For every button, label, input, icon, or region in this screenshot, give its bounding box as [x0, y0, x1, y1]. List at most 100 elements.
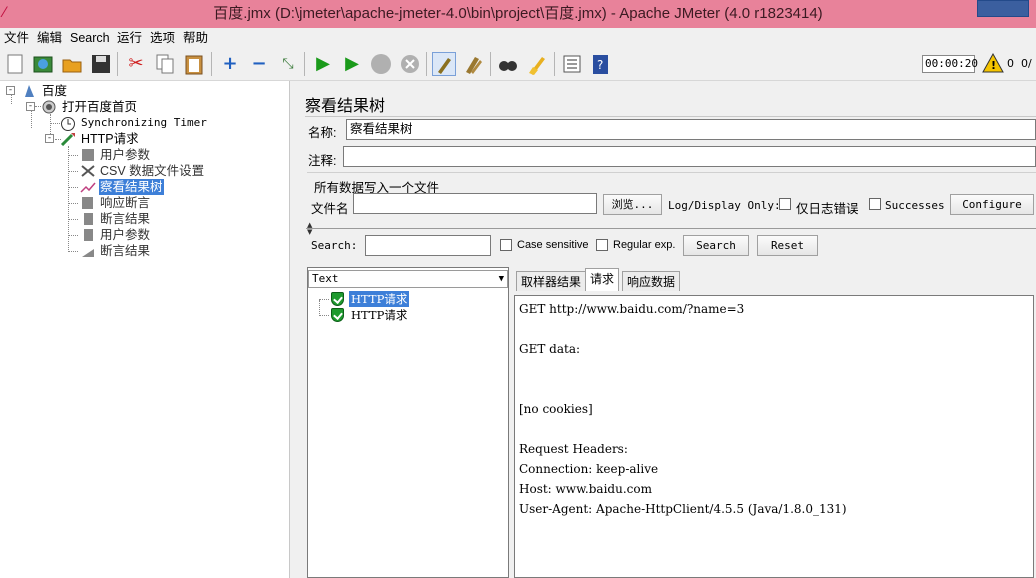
tree-node-assertion-results-2[interactable]: 断言结果: [100, 243, 150, 259]
collapse-icon[interactable]: −: [247, 52, 271, 76]
request-detail-pane: [514, 295, 1034, 578]
timer-icon: [60, 116, 76, 131]
stop-icon[interactable]: [369, 52, 393, 76]
tree-node-test-plan[interactable]: 百度: [42, 83, 67, 99]
request-line: Host: www.baidu.com: [519, 482, 652, 496]
renderer-value: Text: [312, 272, 339, 285]
request-line: User-Agent: Apache-HttpClient/4.5.5 (Jav…: [519, 502, 847, 516]
split-pane-divider[interactable]: [290, 81, 298, 578]
comment-label: 注释:: [308, 154, 337, 168]
thread-count: 0/: [1021, 57, 1032, 70]
case-sensitive-checkbox[interactable]: [500, 239, 512, 251]
csv-config-icon: [80, 164, 96, 178]
name-label: 名称:: [308, 126, 337, 140]
start-no-pause-icon[interactable]: ▶: [340, 52, 364, 76]
successes-label: Successes: [885, 199, 945, 212]
test-plan-icon: [22, 84, 38, 98]
menu-search[interactable]: Search: [70, 29, 110, 47]
tree-node-http-request[interactable]: HTTP请求: [81, 131, 139, 147]
tree-node-assertion-results[interactable]: 断言结果: [100, 211, 150, 227]
tree-node-thread-group[interactable]: 打开百度首页: [62, 99, 137, 115]
listener-icon: [80, 212, 96, 226]
menu-options[interactable]: 选项: [150, 29, 175, 47]
success-icon: [331, 308, 344, 322]
search-button[interactable]: Search: [683, 235, 749, 256]
configure-button[interactable]: Configure: [950, 194, 1034, 215]
regex-checkbox[interactable]: [596, 239, 608, 251]
paste-icon[interactable]: [182, 52, 206, 76]
successes-checkbox[interactable]: [869, 198, 881, 210]
assertion-icon: [80, 196, 96, 210]
thread-group-icon: [40, 100, 56, 114]
collapse-toggle[interactable]: -: [45, 134, 54, 143]
reset-search-icon[interactable]: [525, 52, 549, 76]
search-icon[interactable]: [496, 52, 520, 76]
renderer-select[interactable]: Text ▼: [308, 270, 508, 288]
preprocessor-icon: [80, 228, 96, 242]
success-icon: [331, 292, 344, 306]
reset-button[interactable]: Reset: [757, 235, 818, 256]
request-line: Request Headers:: [519, 442, 628, 456]
tree-node-user-params[interactable]: 用户参数: [100, 147, 150, 163]
name-field[interactable]: 察看结果树: [346, 119, 1036, 140]
regex-label: Regular exp.: [613, 239, 676, 251]
elapsed-timer: 00:00:20: [922, 55, 978, 73]
log-display-label: Log/Display Only:: [668, 199, 781, 212]
cut-icon[interactable]: ✂: [124, 52, 148, 76]
open-icon[interactable]: [60, 52, 84, 76]
menu-file[interactable]: 文件: [4, 29, 29, 47]
browse-button[interactable]: 浏览...: [603, 194, 662, 215]
save-icon[interactable]: [89, 52, 113, 76]
function-helper-icon[interactable]: [560, 52, 584, 76]
tree-node-csv-config[interactable]: CSV 数据文件设置: [100, 163, 204, 179]
request-line: [no cookies]: [519, 402, 593, 416]
tab-sampler-result[interactable]: 取样器结果: [516, 271, 587, 291]
warning-icon[interactable]: !: [982, 52, 1004, 73]
tree-node-timer[interactable]: Synchronizing Timer: [81, 115, 207, 131]
request-line: GET data:: [519, 342, 581, 356]
listener-icon: [80, 180, 96, 194]
clear-icon[interactable]: [432, 52, 456, 76]
templates-icon[interactable]: [31, 52, 55, 76]
search-input[interactable]: [365, 235, 491, 256]
case-sensitive-label: Case sensitive: [517, 239, 589, 251]
window-title: 百度.jmx (D:\jmeter\apache-jmeter-4.0\bin\…: [213, 5, 823, 22]
tab-response-data[interactable]: 响应数据: [622, 271, 681, 291]
menu-run[interactable]: 运行: [117, 29, 142, 47]
help-icon[interactable]: ?: [589, 52, 613, 76]
expand-icon[interactable]: +: [218, 52, 242, 76]
chevron-down-icon: ▼: [498, 274, 504, 284]
comment-field[interactable]: [343, 146, 1036, 167]
svg-text:!: !: [991, 59, 996, 72]
panel-title: 察看结果树: [305, 98, 386, 115]
menu-help[interactable]: 帮助: [183, 29, 208, 47]
tab-request[interactable]: 请求: [585, 268, 620, 291]
filename-field[interactable]: [353, 193, 597, 214]
new-icon[interactable]: [3, 52, 27, 76]
preprocessor-icon: [80, 148, 96, 162]
tree-node-response-assertion[interactable]: 响应断言: [100, 195, 150, 211]
toggle-icon[interactable]: ⤡: [276, 52, 300, 76]
sample-item[interactable]: HTTP请求: [349, 291, 410, 307]
start-icon[interactable]: ▶: [311, 52, 335, 76]
http-sampler-icon: [60, 132, 76, 147]
errors-only-label: 仅日志错误: [796, 202, 859, 216]
clear-all-icon[interactable]: [461, 52, 485, 76]
menu-edit[interactable]: 编辑: [37, 29, 62, 47]
copy-icon[interactable]: [153, 52, 177, 76]
search-label: Search:: [311, 239, 358, 252]
request-line: Connection: keep-alive: [519, 462, 659, 476]
request-line: GET http://www.baidu.com/?name=3: [519, 302, 745, 316]
listener-icon: [80, 244, 96, 258]
warning-count: 0: [1007, 57, 1014, 70]
shutdown-icon[interactable]: [398, 52, 422, 76]
collapse-toggle[interactable]: -: [26, 102, 35, 111]
window-control-button[interactable]: [977, 0, 1029, 17]
tree-node-view-results-tree[interactable]: 察看结果树: [99, 179, 164, 195]
sample-item[interactable]: HTTP请求: [351, 307, 407, 323]
svg-text:?: ?: [597, 58, 603, 72]
collapse-toggle[interactable]: -: [6, 86, 15, 95]
filename-label: 文件名: [311, 202, 349, 216]
errors-only-checkbox[interactable]: [779, 198, 791, 210]
tree-node-user-params-2[interactable]: 用户参数: [100, 227, 150, 243]
